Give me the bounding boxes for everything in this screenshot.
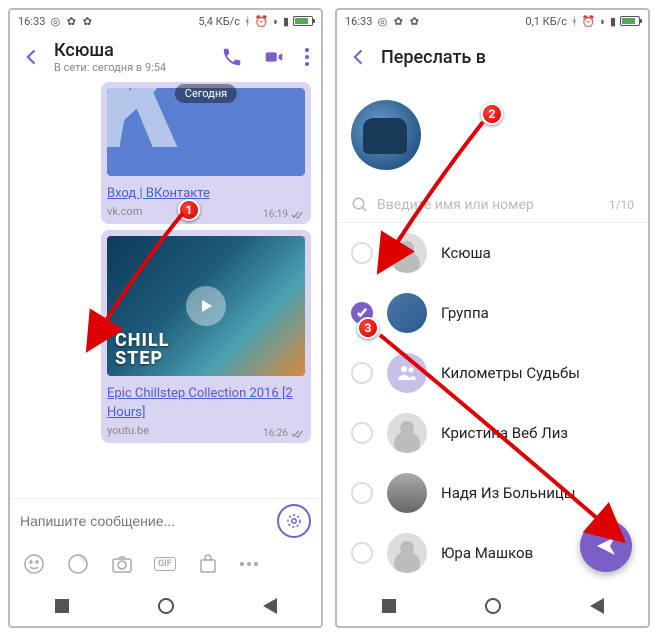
contact-row[interactable]: Ксюша [337,223,648,283]
message-link[interactable]: Epic Chillstep Collection 2016 [2 Hours] [107,386,293,420]
alarm-icon: ⏰ [582,15,596,28]
back-button[interactable] [590,598,604,614]
selection-count: 1/10 [609,198,634,212]
contact-name-label: Надя Из Больницы [441,484,575,502]
message-bubble[interactable]: K Сегодня Вход | ВКонтакте vk.com 16:19 [101,82,311,224]
bluetooth-icon: ᚼ [244,15,251,28]
status-icon: ✿ [392,15,404,27]
chat-screen: 16:33 ◎ ✿ ✿ 5,4 КБ/с ᚼ ⏰ ◗ ▮ Ксюша В сет… [8,8,323,628]
gif-button[interactable]: GIF [154,557,176,571]
contact-row[interactable]: Группа [337,283,648,343]
status-bar: 16:33 ◎ ✿ ✿ 0,1 КБ/с ᚼ ⏰ ◗ ▮ [337,10,648,32]
status-time: 16:33 [18,15,45,28]
send-forward-button[interactable] [580,520,632,572]
android-nav-bar [10,586,321,626]
contact-name-label: Юра Машков [441,544,533,562]
contact-checkbox[interactable] [351,242,373,264]
contact-checkbox[interactable] [351,542,373,564]
status-bar: 16:33 ◎ ✿ ✿ 5,4 КБ/с ᚼ ⏰ ◗ ▮ [10,10,321,32]
android-nav-bar [337,586,648,626]
contact-row[interactable]: Километры Судьбы [337,343,648,403]
bluetooth-icon: ᚼ [571,15,578,28]
signal-icon: ▮ [610,15,616,28]
recents-button[interactable] [382,599,396,613]
avatar [387,533,427,573]
status-icon: ◎ [49,15,61,27]
selected-preview-avatar[interactable] [351,100,421,170]
forward-header: Переслать в [337,32,648,82]
read-check-icon [291,429,303,439]
status-icon: ✿ [81,15,93,27]
group-icon [395,361,419,385]
status-icon: ◎ [376,15,388,27]
search-icon [351,196,369,214]
video-preview[interactable]: CHILL STEP [107,236,305,376]
forward-screen: 16:33 ◎ ✿ ✿ 0,1 КБ/с ᚼ ⏰ ◗ ▮ Переслать в… [335,8,650,628]
contact-name[interactable]: Ксюша [54,40,209,61]
wifi-icon: ◗ [272,15,279,28]
contact-checkbox[interactable] [351,302,373,324]
smiley-icon[interactable] [22,552,46,576]
recents-button[interactable] [55,599,69,613]
camera-icon[interactable] [110,552,134,576]
search-bar[interactable]: Введите имя или номер 1/10 [337,188,648,223]
sticker-icon[interactable] [66,552,90,576]
shop-icon[interactable] [196,552,220,576]
message-bubble[interactable]: CHILL STEP Epic Chillstep Collection 201… [101,230,311,443]
battery-icon [620,16,640,26]
menu-icon[interactable] [305,48,309,66]
message-input-bar [10,498,321,542]
contact-name-label: Ксюша [441,244,491,262]
message-link[interactable]: Вход | ВКонтакте [107,186,210,201]
net-speed: 5,4 КБ/с [198,15,240,28]
send-icon [594,534,618,558]
attachment-bar: GIF [10,542,321,586]
avatar [387,293,427,333]
avatar [387,413,427,453]
contact-name-label: Километры Судьбы [441,364,580,382]
back-icon[interactable] [22,47,42,67]
read-check-icon [291,210,303,220]
last-seen: В сети: сегодня в 9:54 [54,61,209,74]
date-pill: Сегодня [175,84,237,103]
wifi-icon: ◗ [599,15,606,28]
avatar [387,233,427,273]
voice-message-button[interactable] [277,504,311,538]
more-icon[interactable] [240,562,258,566]
status-icon: ✿ [408,15,420,27]
status-icon: ✿ [65,15,77,27]
contact-row[interactable]: Кристина Веб Лиз [337,403,648,463]
page-title: Переслать в [381,47,486,68]
contact-name-label: Группа [441,304,489,322]
contact-name-label: Кристина Веб Лиз [441,424,568,442]
avatar [387,353,427,393]
chat-header: Ксюша В сети: сегодня в 9:54 [10,32,321,82]
back-button[interactable] [263,598,277,614]
contact-row[interactable]: Надя Из Больницы [337,463,648,523]
call-icon[interactable] [221,46,243,68]
avatar [387,473,427,513]
message-time: 16:26 [263,428,288,439]
contact-checkbox[interactable] [351,362,373,384]
message-time: 16:19 [263,209,288,220]
status-time: 16:33 [345,15,372,28]
signal-icon: ▮ [283,15,289,28]
video-call-icon[interactable] [263,46,285,68]
search-placeholder: Введите имя или номер [377,197,534,213]
annotation-marker: 2 [481,103,503,125]
contact-checkbox[interactable] [351,482,373,504]
back-icon[interactable] [349,47,369,67]
home-button[interactable] [485,598,501,614]
messages-area[interactable]: K Сегодня Вход | ВКонтакте vk.com 16:19 … [10,82,321,498]
play-icon[interactable] [186,286,226,326]
contact-checkbox[interactable] [351,422,373,444]
net-speed: 0,1 КБ/с [525,15,567,28]
alarm-icon: ⏰ [255,15,269,28]
home-button[interactable] [158,598,174,614]
battery-icon [293,16,313,26]
message-input[interactable] [20,513,269,529]
